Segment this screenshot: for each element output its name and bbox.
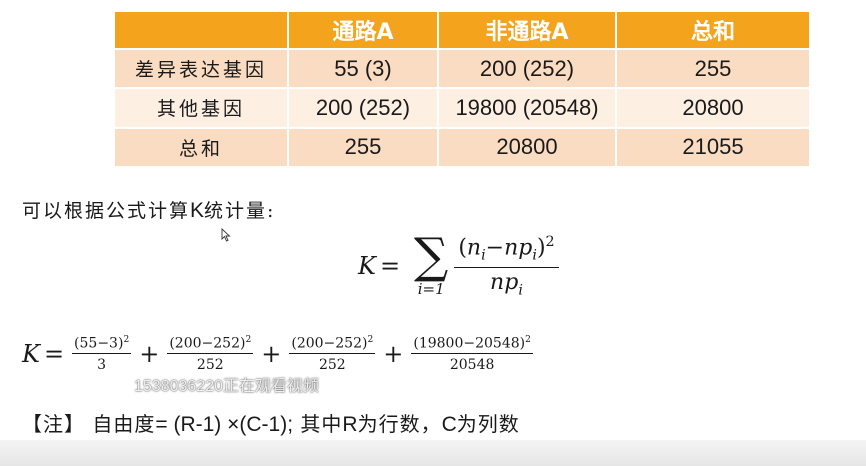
- formula-lhs: K: [358, 252, 376, 280]
- table-row: 差异表达基因 55 (3) 200 (252) 255: [113, 47, 811, 90]
- intro-text: 可以根据公式计算K统计量:: [22, 196, 275, 223]
- term-denominator: 252: [196, 357, 224, 374]
- formula-fraction: (ni−npi)2 npi: [454, 234, 559, 299]
- term-denominator: 3: [97, 357, 107, 374]
- row-label: 总和: [113, 126, 289, 169]
- term-numerator: (19800−20548)2: [411, 335, 533, 355]
- table-cell: 200 (252): [437, 47, 617, 90]
- intro-k: K: [190, 199, 205, 222]
- note-label: 自由度: [92, 412, 156, 436]
- plus-sign: +: [261, 340, 282, 368]
- contingency-table: 通路A 非通路A 总和 差异表达基因 55 (3) 200 (252) 255 …: [113, 10, 811, 169]
- note-bracket: 【注】: [22, 412, 85, 436]
- term-numerator: (200−252)2: [167, 335, 254, 355]
- table-row: 总和 255 20800 21055: [113, 126, 811, 169]
- sum-lower-bound: i=1: [417, 280, 445, 298]
- note-expression: = (R-1) ×(C-1);: [155, 413, 294, 436]
- table-cell: 20800: [437, 126, 617, 169]
- plus-sign: +: [383, 340, 404, 368]
- intro-prefix: 可以根据公式计算: [22, 200, 191, 222]
- formula-equals: =: [379, 252, 401, 280]
- plus-sign: +: [139, 340, 160, 368]
- table-row: 其他基因 200 (252) 19800 (20548) 20800: [113, 87, 811, 129]
- table-cell: 21055: [615, 126, 811, 169]
- table-cell: 55 (3): [287, 47, 439, 90]
- term-numerator: (55−3)2: [72, 335, 132, 355]
- table-cell: 200 (252): [287, 87, 439, 129]
- row-label: 差异表达基因: [113, 47, 289, 90]
- table-header-row: 通路A 非通路A 总和: [113, 10, 811, 50]
- table-cell: 20800: [615, 87, 811, 129]
- term-fraction: (19800−20548)2 20548: [411, 335, 533, 374]
- k-statistic-formula: K = ∑ i=1 (ni−npi)2 npi: [358, 226, 559, 306]
- term-fraction: (55−3)2 3: [72, 335, 132, 374]
- row-label: 其他基因: [113, 87, 289, 129]
- viewer-watermark: 1538036220正在观看视频: [134, 378, 319, 395]
- term-denominator: 20548: [449, 357, 495, 374]
- formula-denominator: npi: [490, 269, 523, 299]
- term-denominator: 252: [318, 357, 346, 374]
- table-cell: 19800 (20548): [437, 87, 617, 129]
- header-total: 总和: [615, 10, 811, 50]
- slide-bottom-bar: [0, 440, 866, 466]
- table-cell: 255: [615, 47, 811, 90]
- sigma-symbol: ∑: [414, 228, 449, 284]
- header-corner: [113, 10, 289, 50]
- term-numerator: (200−252)2: [289, 335, 376, 355]
- header-pathway-a: 通路A: [287, 10, 439, 50]
- header-non-pathway-a: 非通路A: [437, 10, 617, 50]
- table-cell: 255: [287, 126, 439, 169]
- summation: ∑ i=1: [414, 228, 449, 298]
- term-fraction: (200−252)2 252: [167, 335, 254, 374]
- intro-suffix: 统计量:: [204, 200, 276, 222]
- mouse-cursor-icon: [221, 228, 231, 242]
- computation-lhs: K: [22, 340, 40, 368]
- computation-equals: =: [43, 340, 65, 368]
- term-fraction: (200−252)2 252: [289, 335, 376, 374]
- degrees-of-freedom-note: 【注】 自由度= (R-1) ×(C-1); 其中R为行数，C为列数: [22, 412, 520, 436]
- formula-numerator: (ni−npi)2: [454, 234, 559, 268]
